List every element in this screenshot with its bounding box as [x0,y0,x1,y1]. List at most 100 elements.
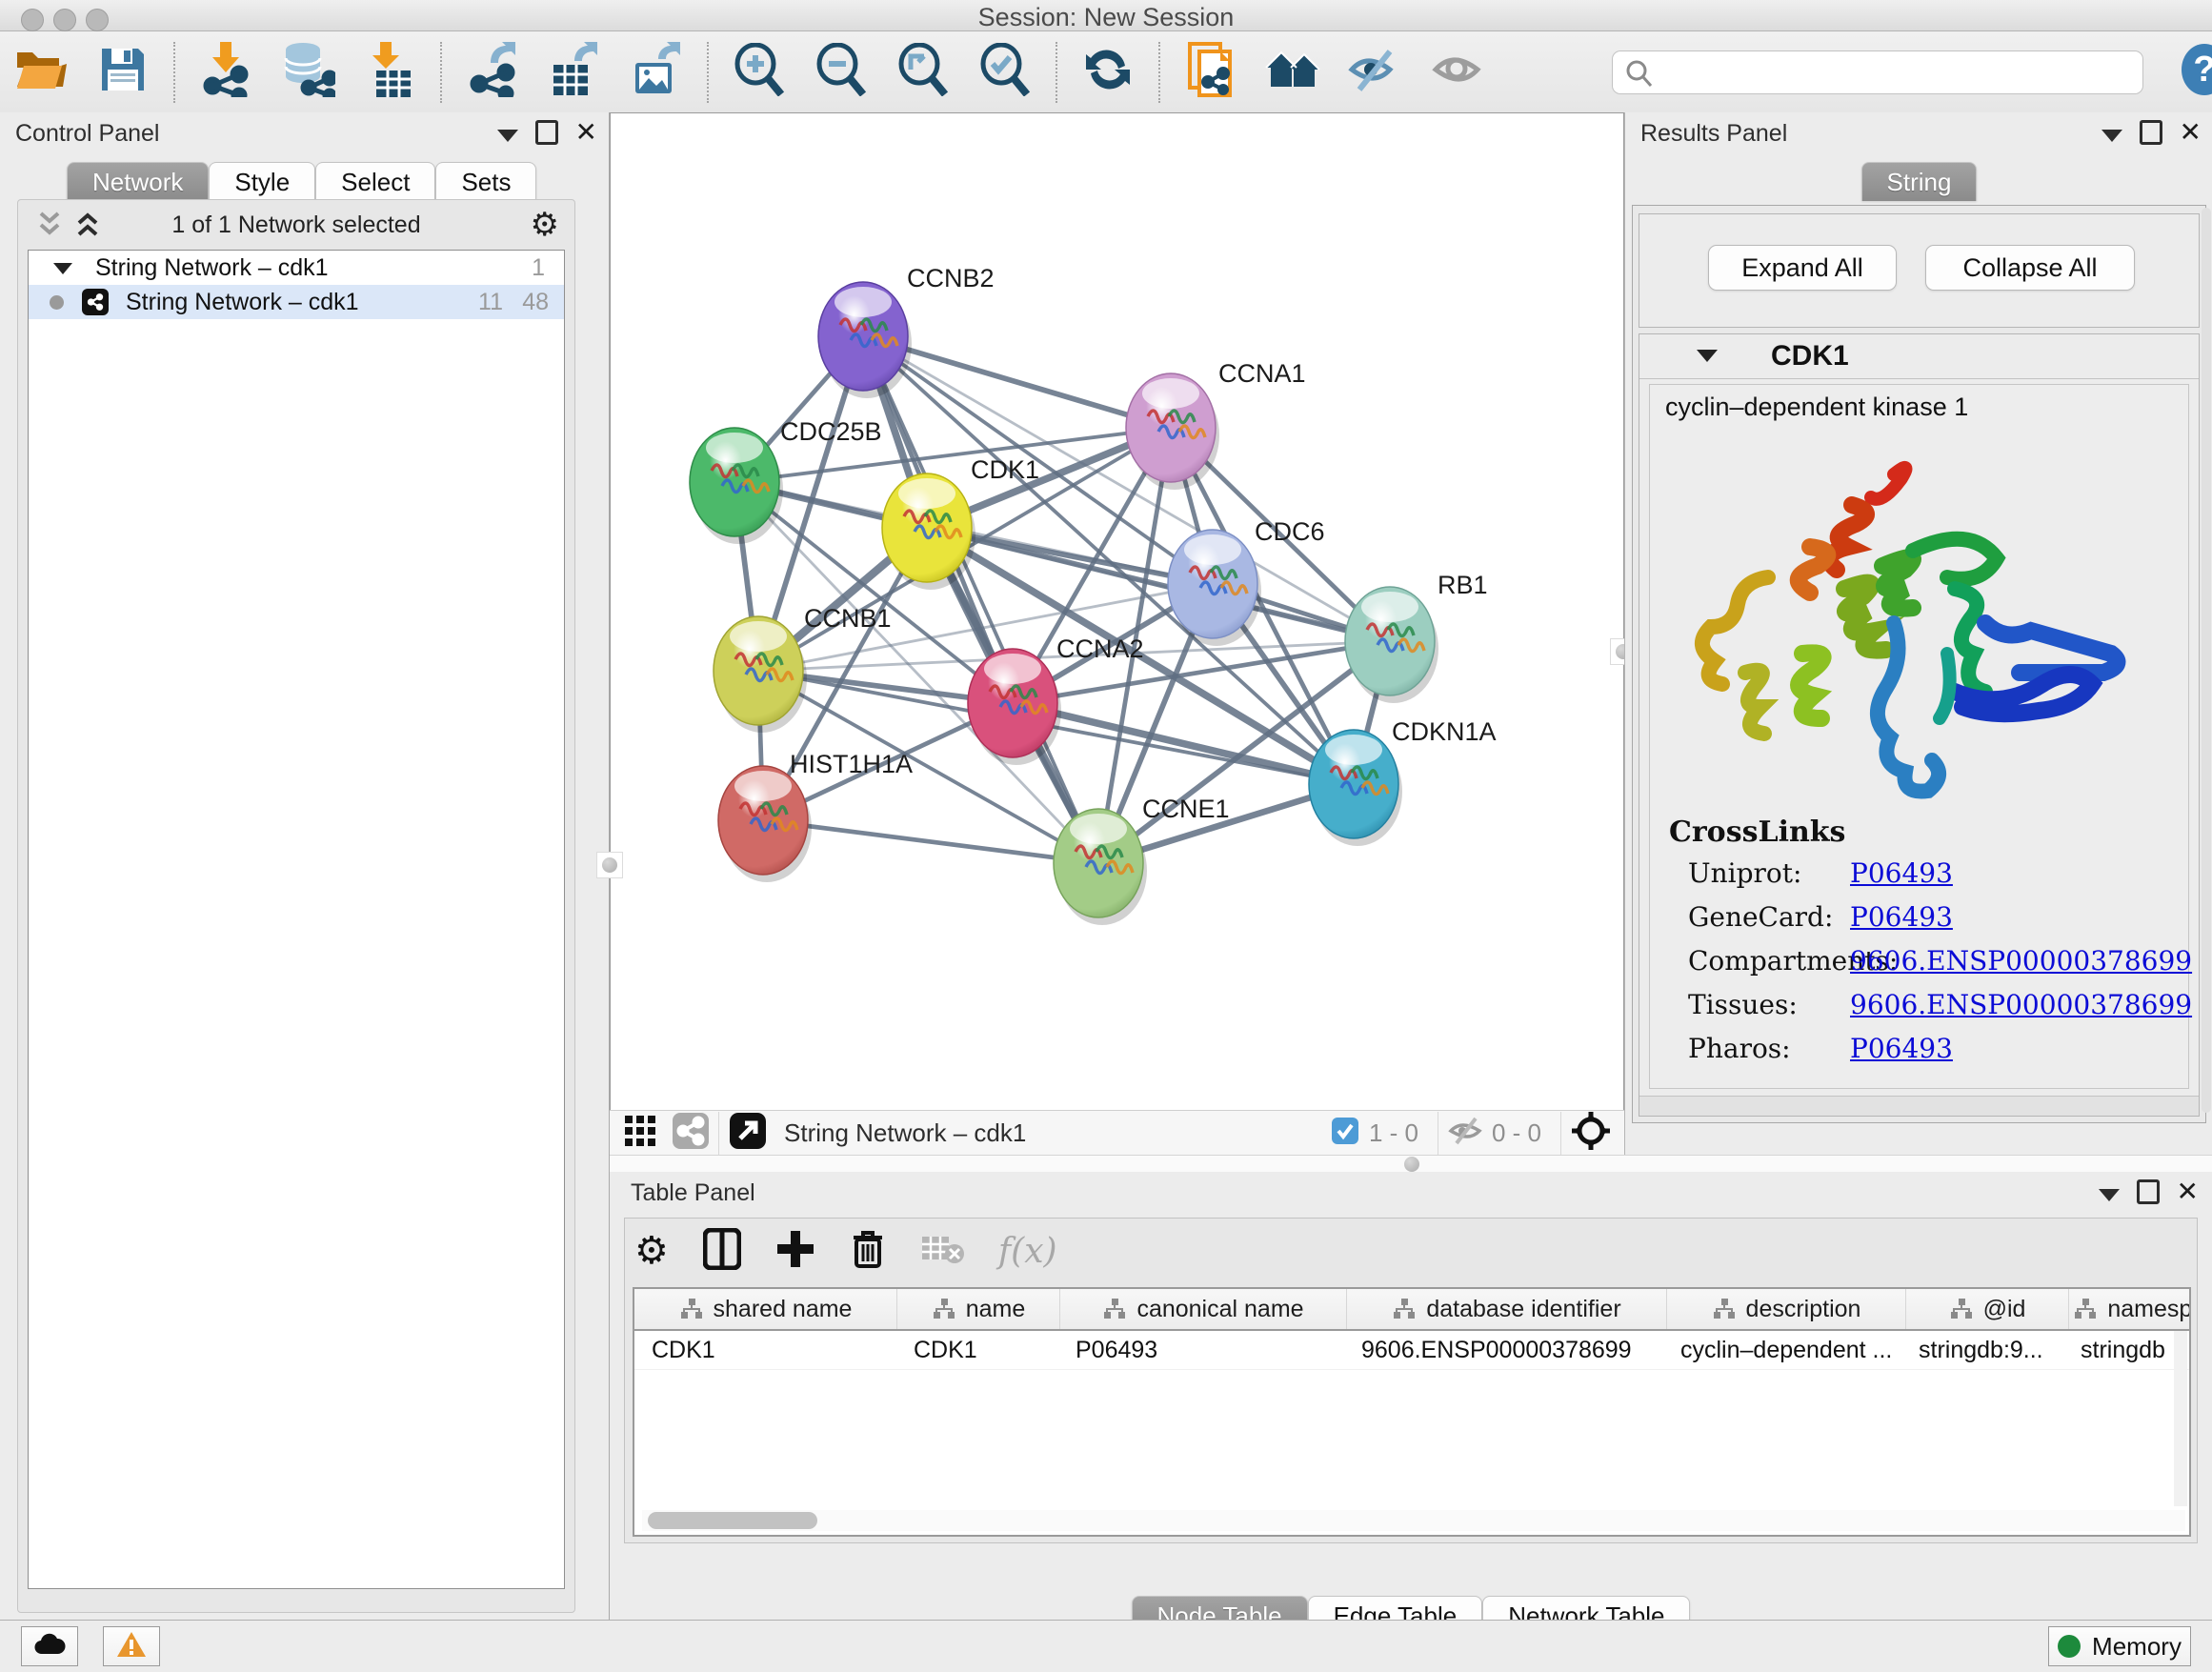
left-splitter-handle[interactable] [596,852,623,878]
column-header-3[interactable]: database identifier [1347,1289,1667,1329]
network-node-ccna2[interactable] [968,649,1061,765]
zoom-fit-button[interactable] [895,44,952,101]
cdk1-collapse-caret-icon[interactable] [1697,350,1718,362]
network-options-gear-icon[interactable]: ⚙ [531,206,559,244]
panel-close-icon[interactable]: ✕ [575,123,597,142]
table-vertical-scrollbar[interactable] [2174,1331,2187,1506]
scrollbar-thumb[interactable] [648,1512,817,1529]
zoom-in-button[interactable] [731,44,788,101]
table-cell[interactable]: stringdb [2063,1331,2191,1369]
warnings-button[interactable] [103,1626,160,1666]
network-node-cdkn1a[interactable] [1309,730,1402,846]
save-session-button[interactable] [94,44,151,101]
expand-all-button[interactable]: Expand All [1708,245,1897,291]
column-header-0[interactable]: shared name [634,1289,897,1329]
search-input[interactable] [1612,50,2143,94]
table-row[interactable]: CDK1CDK1P064939606.ENSP00000378699cyclin… [634,1331,2189,1370]
network-node-ccne1[interactable] [1054,809,1147,925]
toolbar-separator [1158,42,1160,103]
node-label-ccna1: CCNA1 [1218,359,1306,388]
crosslink-link[interactable]: P06493 [1850,901,1953,933]
panel-minimize-icon[interactable] [2099,1189,2120,1201]
network-row-selected[interactable]: String Network – cdk1 11 48 [29,285,564,319]
string-documents-button[interactable] [1182,44,1239,101]
zoom-selected-button[interactable] [976,44,1034,101]
import-network-from-database-button[interactable] [279,44,336,101]
delete-column-trash-icon[interactable] [850,1228,886,1275]
table-cell[interactable]: cyclin–dependent ... [1663,1331,1901,1369]
selected-checkbox-icon[interactable] [1331,1117,1359,1150]
collection-caret-icon[interactable] [53,263,72,274]
network-node-hist1h1a[interactable] [718,766,812,882]
horizontal-splitter[interactable] [610,1155,2212,1174]
panel-float-icon[interactable] [2137,1179,2160,1204]
import-table-button[interactable] [361,44,418,101]
hide-glass-eye-button[interactable] [1346,44,1403,101]
column-header-1[interactable]: name [897,1289,1060,1329]
table-cell[interactable]: P06493 [1058,1331,1344,1369]
refresh-button[interactable] [1079,44,1136,101]
network-node-ccnb1[interactable] [714,616,807,733]
add-column-icon[interactable] [775,1229,815,1274]
panel-float-icon[interactable] [535,120,558,145]
fit-content-crosshair-icon[interactable] [1571,1111,1611,1156]
string-home-button[interactable] [1264,44,1321,101]
crosslink-link[interactable]: 9606.ENSP00000378699 [1850,989,2192,1020]
cloud-status-button[interactable] [21,1626,78,1666]
panel-close-icon[interactable]: ✕ [2177,1182,2199,1201]
column-header-6[interactable]: namespac [2069,1289,2191,1329]
table-cell[interactable]: CDK1 [634,1331,896,1369]
save-floppy-icon [98,45,148,99]
table-cell[interactable]: 9606.ENSP00000378699 [1344,1331,1663,1369]
export-image-button[interactable] [628,44,685,101]
export-network-button[interactable] [464,44,521,101]
panel-minimize-icon[interactable] [2101,130,2122,142]
next-section-strip[interactable] [1639,1096,2199,1116]
tab-string-results[interactable]: String [1861,162,1978,201]
network-node-ccna1[interactable] [1126,373,1219,490]
network-share-icon[interactable] [673,1113,709,1154]
network-collection-row[interactable]: String Network – cdk1 1 [29,251,564,285]
column-header-2[interactable]: canonical name [1060,1289,1347,1329]
export-table-button[interactable] [546,44,603,101]
zoom-out-button[interactable] [813,44,870,101]
network-node-ccnb2[interactable] [818,282,912,398]
show-columns-icon[interactable] [703,1228,741,1275]
hidden-eye-slash-icon[interactable] [1448,1117,1482,1150]
panel-close-icon[interactable]: ✕ [2180,123,2202,142]
column-header-5[interactable]: @id [1906,1289,2069,1329]
open-session-button[interactable] [12,44,70,101]
panel-float-icon[interactable] [2140,120,2162,145]
help-button[interactable]: ? [2180,43,2212,101]
tab-style[interactable]: Style [209,162,315,201]
crosslink-link[interactable]: 9606.ENSP00000378699 [1850,945,2192,977]
table-cell[interactable]: CDK1 [896,1331,1058,1369]
network-edge[interactable] [863,336,1098,863]
open-in-browser-icon[interactable] [729,1112,767,1155]
crosslink-link[interactable]: P06493 [1850,1033,1953,1064]
panel-minimize-icon[interactable] [497,130,518,142]
tab-select[interactable]: Select [315,162,435,201]
table-cell[interactable]: stringdb:9... [1901,1331,2063,1369]
crosslink-link[interactable]: P06493 [1850,857,1953,889]
show-glass-eye-button[interactable] [1428,44,1485,101]
network-edge[interactable] [763,820,1098,863]
attribute-type-icon [679,1298,704,1320]
column-header-4[interactable]: description [1667,1289,1906,1329]
network-node-rb1[interactable] [1345,587,1438,703]
node-label-hist1h1a: HIST1H1A [790,750,913,778]
table-horizontal-scrollbar[interactable] [642,1510,2185,1531]
attribute-type-icon [2073,1298,2098,1320]
collapse-all-button[interactable]: Collapse All [1925,245,2135,291]
network-node-cdk1[interactable] [882,473,975,590]
splitter-handle[interactable] [1404,1157,1419,1172]
table-options-gear-icon[interactable]: ⚙ [634,1229,669,1273]
birds-eye-view-icon[interactable] [623,1114,657,1153]
tab-sets[interactable]: Sets [435,162,536,201]
results-scrollbar[interactable] [2202,208,2211,1113]
protein-structure-image [1669,440,2164,816]
tab-network[interactable]: Network [67,162,209,201]
network-canvas[interactable]: CCNB2CCNA1CDC25BCDK1CDC6RB1CCNB1CCNA2CDK… [610,112,1624,1111]
import-network-button[interactable] [197,44,254,101]
memory-button[interactable]: Memory [2048,1626,2191,1666]
